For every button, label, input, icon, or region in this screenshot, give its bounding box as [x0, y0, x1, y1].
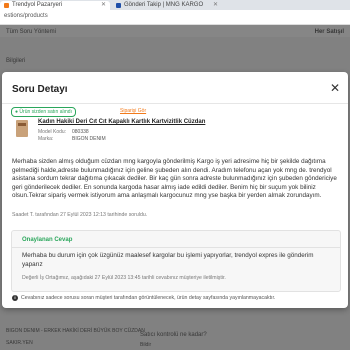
modal-title: Soru Detayı	[12, 84, 68, 95]
view-order-link[interactable]: Siparişi Gör	[120, 108, 146, 114]
question-detail-modal: Soru Detayı ✕ ● Ürün sizden satın alındı…	[2, 72, 348, 308]
model-code-value: 080338	[72, 129, 89, 135]
product-name-link[interactable]: Kadın Hakiki Deri Cıt Cıt Kapaklı Kartlı…	[38, 119, 205, 125]
question-meta: Saadet T. tarafından 27 Eylül 2023 12:13…	[12, 212, 148, 218]
answer-label: Onaylanan Cevap	[22, 237, 73, 243]
close-tab-icon[interactable]: ✕	[101, 1, 106, 10]
visibility-note-text: Cevabınız sadece sorusu soran müşteri ta…	[21, 295, 276, 301]
check-circle-icon: ●	[15, 109, 19, 115]
visibility-note: i Cevabınız sadece sorusu soran müşteri …	[12, 295, 275, 301]
question-text: Merhaba sizden almış olduğum cüzdan mng …	[12, 158, 337, 200]
mng-favicon-icon	[116, 3, 121, 8]
tab-title: Trendyol Pazaryeri	[12, 2, 63, 8]
answer-text: Merhaba bu durum için çok üzgünüz maales…	[22, 252, 314, 268]
purchased-badge: ● Ürün sizden satın alındı	[11, 107, 76, 117]
address-bar[interactable]: estions/products	[0, 10, 350, 25]
close-tab-icon[interactable]: ✕	[213, 1, 218, 10]
badge-label: Ürün sizden satın alındı	[19, 109, 72, 115]
browser-tab-mng[interactable]: Gönderi Takip | MNG KARGO ✕	[112, 1, 222, 10]
tab-title: Gönderi Takip | MNG KARGO	[124, 2, 204, 8]
brand-label: Marka:	[38, 136, 54, 142]
brand-value: BIGON DENIM	[72, 136, 106, 142]
url-text: estions/products	[4, 13, 48, 19]
info-icon: i	[12, 295, 18, 301]
divider	[12, 247, 340, 248]
browser-tab-trendyol[interactable]: Trendyol Pazaryeri ✕	[0, 1, 110, 10]
model-code-label: Model Kodu:	[38, 129, 67, 135]
divider	[2, 103, 348, 104]
trendyol-favicon-icon	[4, 3, 9, 8]
answer-meta: Değerli İş Ortağımız, aşağıdaki 27 Eylül…	[22, 275, 226, 281]
close-icon[interactable]: ✕	[330, 81, 340, 95]
browser-tab-bar: Trendyol Pazaryeri ✕ Gönderi Takip | MNG…	[0, 0, 350, 10]
product-thumbnail[interactable]	[16, 120, 28, 137]
approved-answer-box: Onaylanan Cevap Merhaba bu durum için ço…	[11, 230, 341, 292]
